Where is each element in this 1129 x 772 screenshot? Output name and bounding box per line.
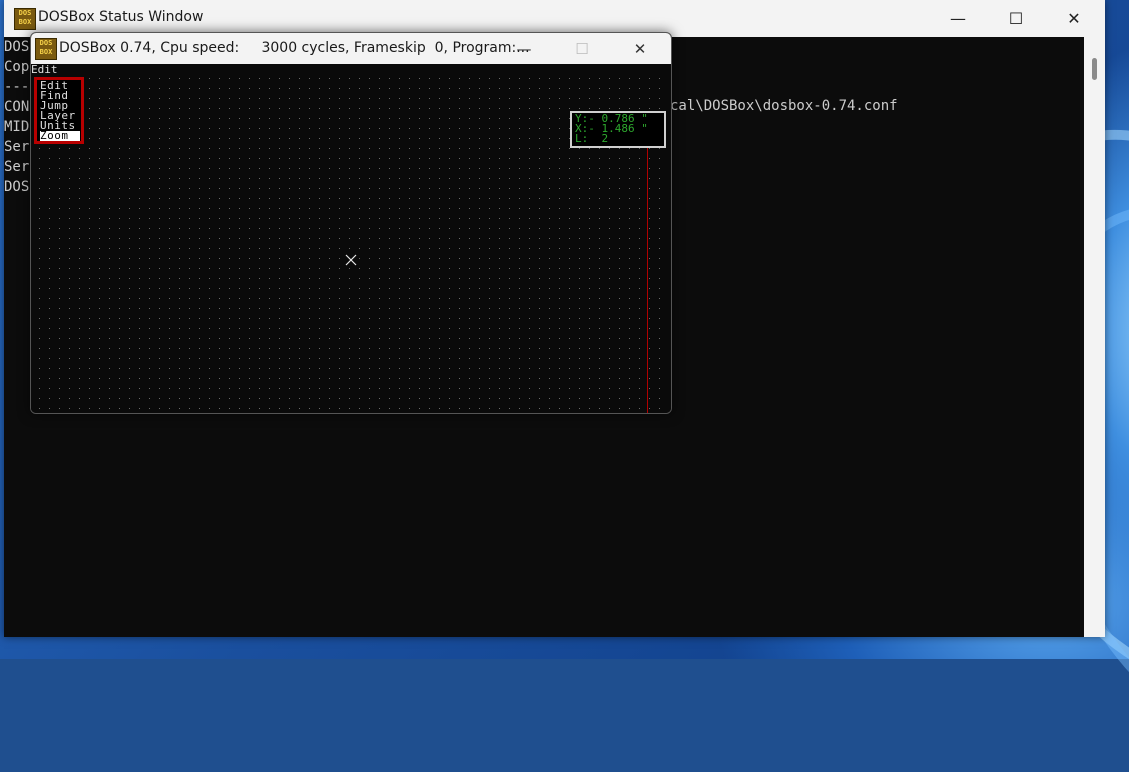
- layer-readout: L: 2: [575, 132, 609, 145]
- console-line: Ser: [4, 139, 30, 155]
- dosbox-titlebar[interactable]: DOS BOX DOSBox 0.74, Cpu speed: 3000 cycl…: [31, 33, 671, 64]
- close-button[interactable]: ✕: [1045, 0, 1103, 37]
- coordinate-readout: Y:- 0.786 " X:- 1.486 " L: 2: [570, 111, 666, 148]
- window-title: DOSBox 0.74, Cpu speed: 3000 cycles, Fra…: [59, 40, 530, 56]
- minimize-button[interactable]: —: [929, 0, 987, 37]
- close-button[interactable]: ✕: [611, 33, 669, 64]
- minimize-button[interactable]: —: [495, 33, 553, 64]
- menu-title: Edit: [31, 63, 58, 76]
- scrollbar-thumb[interactable]: [1092, 58, 1097, 80]
- console-line: DOS: [4, 39, 30, 55]
- console-line: MID: [4, 119, 30, 135]
- window-title: DOSBox Status Window: [38, 9, 204, 25]
- maximize-button[interactable]: ☐: [987, 0, 1045, 37]
- boundary-line: [647, 148, 648, 413]
- console-line: Ser: [4, 159, 30, 175]
- console-line: CON: [4, 99, 30, 115]
- dosbox-app-icon: DOS BOX: [14, 8, 36, 30]
- dosbox-app-icon: DOS BOX: [35, 38, 57, 60]
- vertical-scrollbar[interactable]: [1084, 37, 1105, 637]
- config-path-text: cal\DOSBox\dosbox-0.74.conf: [670, 98, 898, 114]
- console-line: Cop: [4, 59, 30, 75]
- console-line: DOS: [4, 179, 30, 195]
- context-menu: Edit Find Jump Layer Units Zoom: [34, 77, 84, 144]
- maximize-button[interactable]: ☐: [553, 33, 611, 64]
- dos-screen[interactable]: Edit Edit Find Jump Layer Units Zoom Y:-…: [31, 64, 671, 413]
- menu-item-zoom[interactable]: Zoom: [40, 130, 80, 141]
- crosshair-cursor-icon: [345, 254, 357, 266]
- console-line: ---: [4, 79, 30, 95]
- dosbox-window: DOS BOX DOSBox 0.74, Cpu speed: 3000 cycl…: [30, 32, 672, 414]
